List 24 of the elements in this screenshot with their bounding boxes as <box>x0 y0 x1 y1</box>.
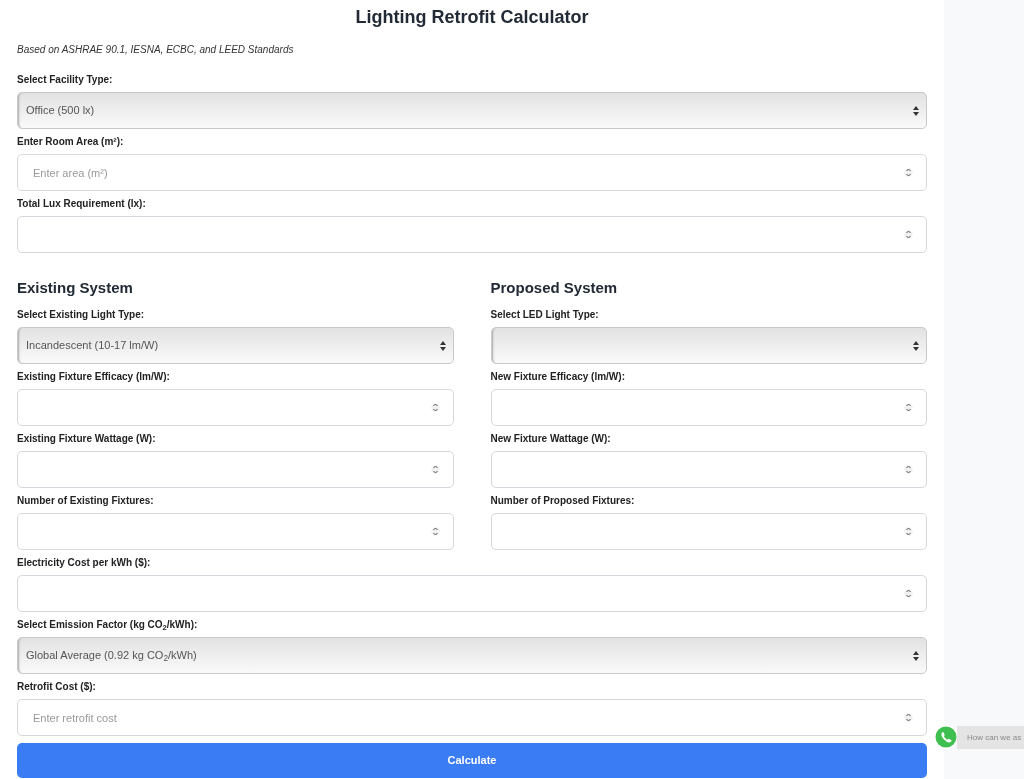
page-title: Lighting Retrofit Calculator <box>354 6 590 28</box>
field-label: Select LED Light Type: <box>490 309 600 321</box>
field-label: Existing Fixture Efficacy (lm/W): <box>17 371 171 383</box>
field-label: Electricity Cost per kWh ($): <box>17 557 152 569</box>
number-input[interactable]: Enter area (m²) <box>17 154 927 191</box>
select-field[interactable]: Global Average (0.92 kg CO$_{2}$/kWh) <box>17 637 927 674</box>
section-heading: Proposed System <box>490 279 619 297</box>
section-heading: Existing System <box>17 279 134 297</box>
field-label: New Fixture Wattage (W): <box>490 433 612 445</box>
calculate-button[interactable]: Calculate <box>17 743 927 778</box>
select-field[interactable]: Incandescent (10-17 lm/W) <box>17 327 454 364</box>
number-input[interactable]: Enter retrofit cost <box>17 699 927 736</box>
field-label: Enter Room Area (m²): <box>17 136 125 148</box>
field-label: Select Existing Light Type: <box>17 309 146 321</box>
field-label: Number of Existing Fixtures: <box>17 495 155 507</box>
field-label: Total Lux Requirement (lx): <box>17 198 147 210</box>
field-label: New Fixture Efficacy (lm/W): <box>490 371 626 383</box>
field-label: Select Facility Type: <box>17 74 114 86</box>
field-label: Retrofit Cost ($): <box>17 681 97 693</box>
field-label: Select Emission Factor (kg CO$_{2}$/kWh): <box>17 619 199 631</box>
select-field[interactable]: Office (500 lx) <box>17 92 927 129</box>
subtitle: Based on ASHRAE 90.1, IESNA, ECBC, and LEED Standards <box>17 44 295 56</box>
field-label: Existing Fixture Wattage (W): <box>17 433 157 445</box>
field-label: Number of Proposed Fixtures: <box>490 495 636 507</box>
